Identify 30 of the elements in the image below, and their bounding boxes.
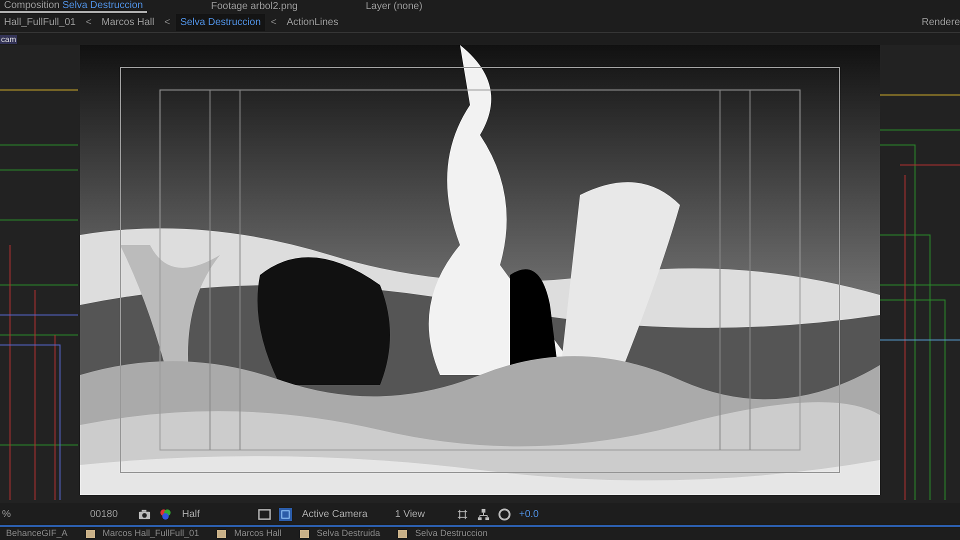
panel-tab[interactable]: Layer (none) — [362, 1, 426, 12]
timeline-tab[interactable]: Marcos Hall — [234, 528, 282, 539]
timecode[interactable]: 00180 — [70, 508, 130, 520]
view-layout-dropdown[interactable]: 1 View — [393, 508, 448, 520]
breadcrumb-tab[interactable]: ActionLines — [282, 14, 342, 31]
exposure-value[interactable]: +0.0 — [519, 508, 539, 520]
timeline-tab[interactable]: Selva Destruccion — [415, 528, 488, 539]
grid-icon[interactable] — [456, 508, 469, 520]
panel-tab[interactable]: Composition Selva Destruccion — [0, 0, 147, 13]
panel-tab[interactable]: Footage arbol2.png — [206, 1, 302, 12]
timeline-tab[interactable]: Marcos Hall_FullFull_01 — [102, 528, 200, 539]
breadcrumb-tab[interactable]: Selva Destruccion — [176, 14, 265, 31]
timeline-tab[interactable]: Selva Destruida — [316, 528, 380, 539]
breadcrumb-separator: < — [270, 17, 277, 28]
renderer-label: Rendere — [922, 17, 960, 28]
timeline-tab[interactable]: BehanceGIF_A — [6, 528, 68, 539]
breadcrumb-separator: < — [86, 17, 92, 28]
breadcrumb-separator: < — [164, 17, 170, 28]
breadcrumb-tab[interactable]: Hall_FullFull_01 — [0, 14, 80, 31]
layer-label: cam — [0, 34, 18, 44]
transparency-grid-icon[interactable] — [279, 508, 292, 520]
camera-icon[interactable] — [138, 508, 151, 520]
breadcrumb-tab[interactable]: Marcos Hall — [98, 14, 158, 31]
resolution-dropdown[interactable]: Half — [180, 508, 250, 520]
network-icon[interactable] — [477, 508, 490, 520]
color-channels-icon[interactable] — [159, 508, 172, 520]
camera-dropdown[interactable]: Active Camera — [300, 508, 385, 520]
exposure-icon[interactable] — [498, 508, 511, 520]
zoom-dropdown[interactable]: % — [2, 508, 62, 520]
region-icon[interactable] — [258, 508, 271, 520]
